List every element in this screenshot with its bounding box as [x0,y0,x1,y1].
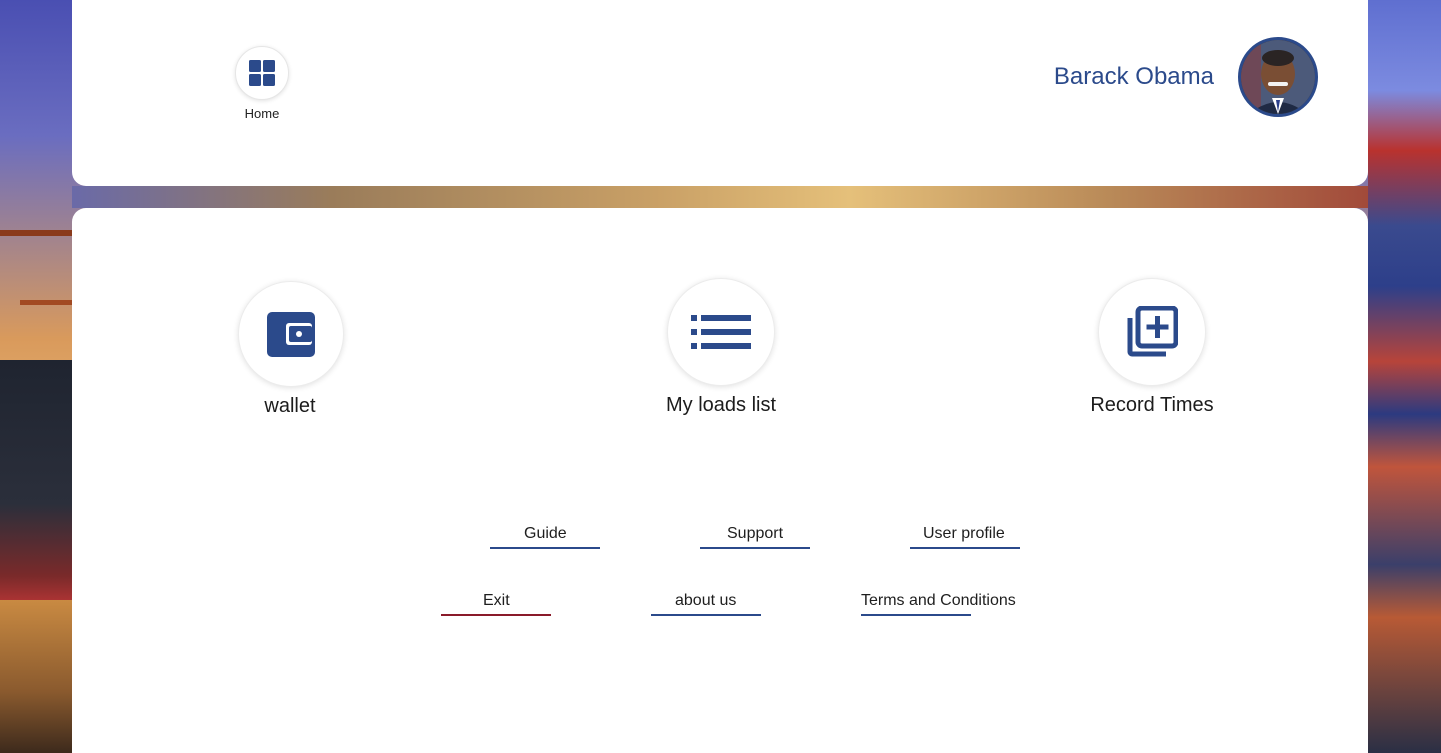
background-crane [0,230,72,236]
about-us-underline [651,614,761,616]
exit-link[interactable]: Exit [483,592,510,610]
home-label: Home [244,106,280,121]
wallet-tile[interactable]: wallet [238,281,344,418]
guide-underline [490,547,600,549]
home-icon-circle[interactable] [235,46,289,100]
loads-list-label: My loads list [665,394,777,416]
exit-underline [441,614,551,616]
main-card: wallet My loads list Record Times Guide … [72,208,1368,753]
avatar[interactable] [1238,37,1318,117]
record-times-tile[interactable]: Record Times [1082,278,1222,417]
avatar-portrait [1241,40,1315,114]
support-underline [700,547,810,549]
guide-link[interactable]: Guide [524,525,567,543]
background-ship [0,360,72,600]
record-times-label: Record Times [1090,394,1214,416]
user-profile-link[interactable]: User profile [923,525,1005,543]
about-us-link[interactable]: about us [675,592,736,610]
wallet-circle[interactable] [238,281,344,387]
record-times-circle[interactable] [1098,278,1206,386]
user-name[interactable]: Barack Obama [1054,63,1214,91]
support-link[interactable]: Support [727,525,783,543]
background-containers [1368,0,1441,753]
background-sea [0,600,80,753]
wallet-icon [267,312,315,357]
list-icon [691,315,751,349]
terms-link[interactable]: Terms and Conditions [861,592,1016,610]
add-record-icon [1127,306,1178,357]
loads-list-tile[interactable]: My loads list [647,278,795,417]
loads-list-circle[interactable] [667,278,775,386]
background-crane-arm [20,300,72,305]
header-card: Home Barack Obama [72,0,1368,186]
terms-underline [861,614,971,616]
home-button[interactable]: Home [235,46,289,121]
grid-icon [249,60,275,86]
wallet-label: wallet [264,395,316,417]
user-profile-underline [910,547,1020,549]
background-port-strip [72,186,1368,208]
